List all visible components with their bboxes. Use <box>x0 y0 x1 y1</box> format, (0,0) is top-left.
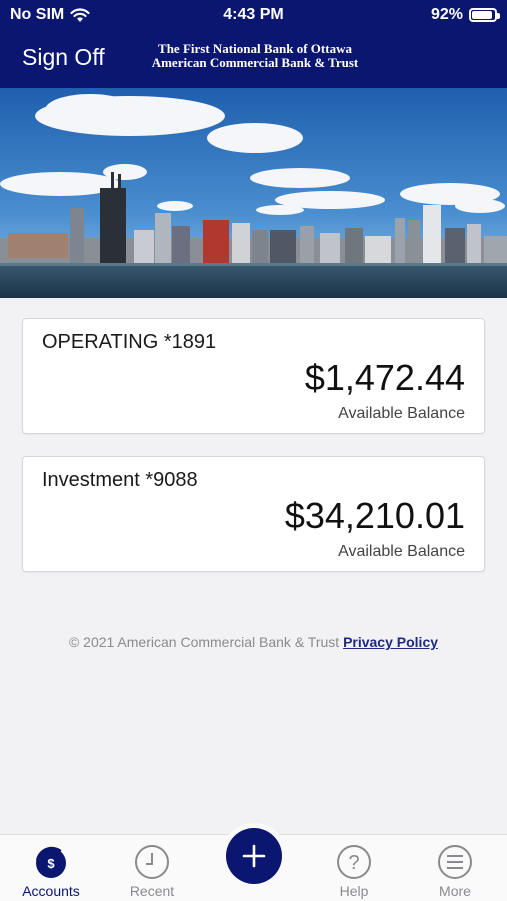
question-circle-icon: ? <box>337 845 371 879</box>
privacy-policy-link[interactable]: Privacy Policy <box>343 634 438 650</box>
account-card-operating[interactable]: OPERATING *1891 $1,472.44 Available Bala… <box>22 318 485 434</box>
footer: © 2021 American Commercial Bank & Trust … <box>0 634 507 650</box>
add-button[interactable] <box>226 828 282 884</box>
battery-group: 92% <box>430 6 500 24</box>
svg-text:$: $ <box>47 856 55 871</box>
account-balance: $34,210.01 <box>284 495 465 536</box>
hamburger-menu-icon <box>438 845 472 879</box>
dollar-circle-icon: $ <box>36 846 66 878</box>
plus-icon <box>242 844 266 868</box>
available-balance-label: Available Balance <box>338 405 465 422</box>
tab-accounts[interactable]: $ Accounts <box>1 835 101 901</box>
skyline-banner-image <box>0 88 507 298</box>
available-balance-label: Available Balance <box>338 543 465 560</box>
bank-name-logo: The First National Bank of Ottawa Americ… <box>140 42 370 70</box>
battery-icon <box>469 8 500 22</box>
tab-more[interactable]: More <box>405 835 505 901</box>
battery-percent: 92% <box>430 6 463 23</box>
copyright-text: © 2021 American Commercial Bank & Trust <box>68 634 340 650</box>
svg-text:?: ? <box>348 852 359 874</box>
tab-label: Recent <box>129 883 175 899</box>
status-bar: No SIM 4:43 PM 92% <box>0 0 507 30</box>
bank-name-line2: American Commercial Bank & Trust <box>151 55 359 70</box>
account-name: Investment *9088 <box>42 469 198 491</box>
tab-label: More <box>439 883 471 899</box>
app-header: No SIM 4:43 PM 92% Sign Off The First Na… <box>0 0 507 88</box>
clock-icon <box>135 845 169 879</box>
tab-label: Accounts <box>22 883 80 899</box>
battery-level-fill <box>472 11 493 19</box>
tab-recent[interactable]: Recent <box>102 835 202 901</box>
account-card-investment[interactable]: Investment *9088 $34,210.01 Available Ba… <box>22 456 485 572</box>
account-balance: $1,472.44 <box>304 357 465 398</box>
tab-help[interactable]: ? Help <box>304 835 404 901</box>
account-name: OPERATING *1891 <box>42 331 217 353</box>
sign-off-button[interactable]: Sign Off <box>22 44 105 71</box>
bank-name-line1: The First National Bank of Ottawa <box>158 41 352 56</box>
tab-label: Help <box>339 883 369 899</box>
